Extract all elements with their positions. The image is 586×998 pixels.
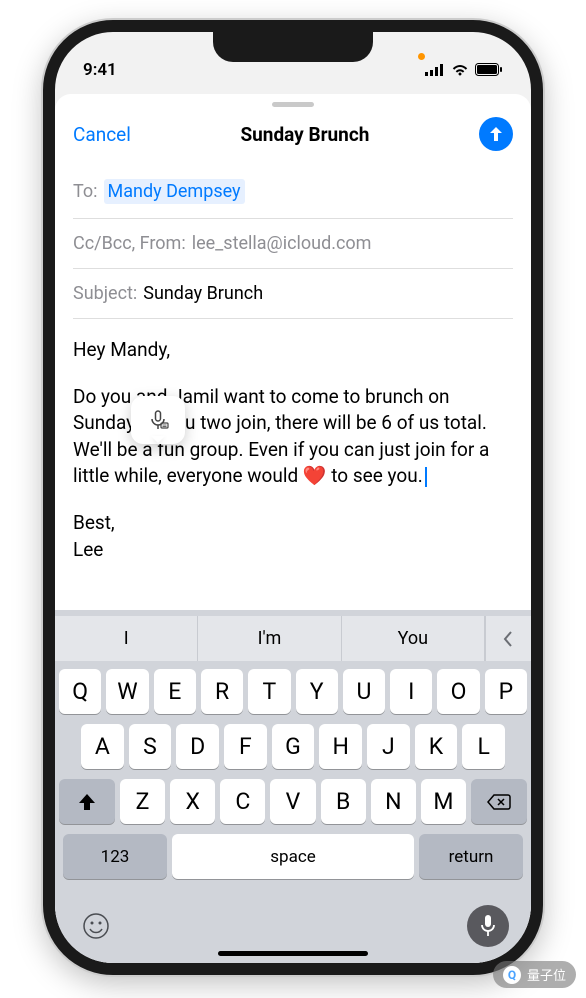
key-return[interactable]: return — [419, 834, 523, 879]
shift-icon — [77, 793, 97, 811]
nav-bar: Cancel Sunday Brunch — [55, 107, 531, 165]
dictation-button[interactable] — [467, 905, 509, 947]
body-closing: Best, Lee — [73, 510, 513, 563]
suggestion-2[interactable]: I'm — [198, 616, 341, 661]
key-p[interactable]: P — [485, 669, 527, 714]
key-shift[interactable] — [59, 779, 115, 824]
key-z[interactable]: Z — [120, 779, 165, 824]
key-y[interactable]: Y — [296, 669, 338, 714]
status-time: 9:41 — [83, 60, 117, 80]
key-s[interactable]: S — [129, 724, 172, 769]
key-w[interactable]: W — [106, 669, 148, 714]
key-delete[interactable] — [471, 779, 527, 824]
ccbcc-field[interactable]: Cc/Bcc, From: lee_stella@icloud.com — [73, 219, 513, 269]
recipient-chip[interactable]: Mandy Dempsey — [104, 179, 245, 204]
subject-field[interactable]: Subject: Sunday Brunch — [73, 269, 513, 319]
emoji-button[interactable] — [77, 907, 115, 945]
key-d[interactable]: D — [176, 724, 219, 769]
header-fields: To: Mandy Dempsey Cc/Bcc, From: lee_stel… — [55, 165, 531, 319]
status-right — [425, 63, 503, 76]
ccbcc-label: Cc/Bcc, From: — [73, 233, 186, 254]
body-greeting: Hey Mandy, — [73, 337, 513, 364]
key-x[interactable]: X — [170, 779, 215, 824]
home-indicator[interactable] — [218, 951, 368, 956]
from-value: lee_stella@icloud.com — [192, 233, 372, 254]
wifi-icon — [451, 63, 469, 76]
battery-icon — [475, 63, 503, 76]
arrow-up-icon — [487, 125, 505, 143]
key-r[interactable]: R — [201, 669, 243, 714]
body-signature: Lee — [73, 538, 103, 561]
cancel-button[interactable]: Cancel — [73, 123, 131, 146]
cellular-icon — [425, 64, 445, 76]
key-v[interactable]: V — [270, 779, 315, 824]
chevron-left-icon — [502, 630, 514, 648]
key-j[interactable]: J — [367, 724, 410, 769]
quicktype-bar: I I'm You — [55, 616, 531, 661]
key-c[interactable]: C — [220, 779, 265, 824]
watermark-logo-icon: Q — [503, 966, 521, 984]
key-123[interactable]: 123 — [63, 834, 167, 879]
suggestion-3[interactable]: You — [342, 616, 485, 661]
compose-title: Sunday Brunch — [240, 123, 369, 146]
key-b[interactable]: B — [321, 779, 366, 824]
key-q[interactable]: Q — [59, 669, 101, 714]
message-body[interactable]: Hey Mandy, Do you and Jamil want to come… — [55, 319, 531, 563]
send-button[interactable] — [479, 117, 513, 151]
key-g[interactable]: G — [272, 724, 315, 769]
key-row-2: A S D F G H J K L — [59, 724, 527, 769]
key-row-3: Z X C V B N M — [59, 779, 527, 824]
key-row-4: 123 space return — [59, 834, 527, 887]
suggestion-clear[interactable] — [485, 616, 531, 661]
to-label: To: — [73, 181, 98, 202]
key-f[interactable]: F — [224, 724, 267, 769]
keyboard: I I'm You Q W E R T Y U I O P — [55, 610, 531, 963]
key-row-1: Q W E R T Y U I O P — [59, 669, 527, 714]
emoji-icon — [82, 912, 110, 940]
key-t[interactable]: T — [248, 669, 290, 714]
key-e[interactable]: E — [154, 669, 196, 714]
key-i[interactable]: I — [390, 669, 432, 714]
key-rows: Q W E R T Y U I O P A S D F G H — [55, 661, 531, 891]
suggestion-1[interactable]: I — [55, 616, 198, 661]
to-field[interactable]: To: Mandy Dempsey — [73, 165, 513, 219]
key-n[interactable]: N — [371, 779, 416, 824]
dictation-popup[interactable] — [131, 396, 185, 444]
mic-indicator-dot — [418, 53, 425, 60]
delete-icon — [487, 793, 511, 811]
key-u[interactable]: U — [343, 669, 385, 714]
key-a[interactable]: A — [81, 724, 124, 769]
notch — [213, 32, 373, 62]
watermark-text: 量子位 — [527, 965, 566, 984]
key-m[interactable]: M — [421, 779, 466, 824]
keyboard-mic-icon — [147, 409, 169, 431]
watermark: Q 量子位 — [493, 961, 576, 988]
key-h[interactable]: H — [319, 724, 362, 769]
key-o[interactable]: O — [437, 669, 479, 714]
compose-sheet: Cancel Sunday Brunch To: Mandy Dempsey C… — [55, 94, 531, 963]
key-l[interactable]: L — [462, 724, 505, 769]
subject-value: Sunday Brunch — [143, 283, 263, 304]
phone-frame: 9:41 Cancel Sunday Brunch To: — [43, 20, 543, 975]
microphone-icon — [479, 914, 497, 938]
subject-label: Subject: — [73, 283, 137, 304]
text-cursor — [425, 467, 427, 487]
key-k[interactable]: K — [415, 724, 458, 769]
key-space[interactable]: space — [172, 834, 414, 879]
